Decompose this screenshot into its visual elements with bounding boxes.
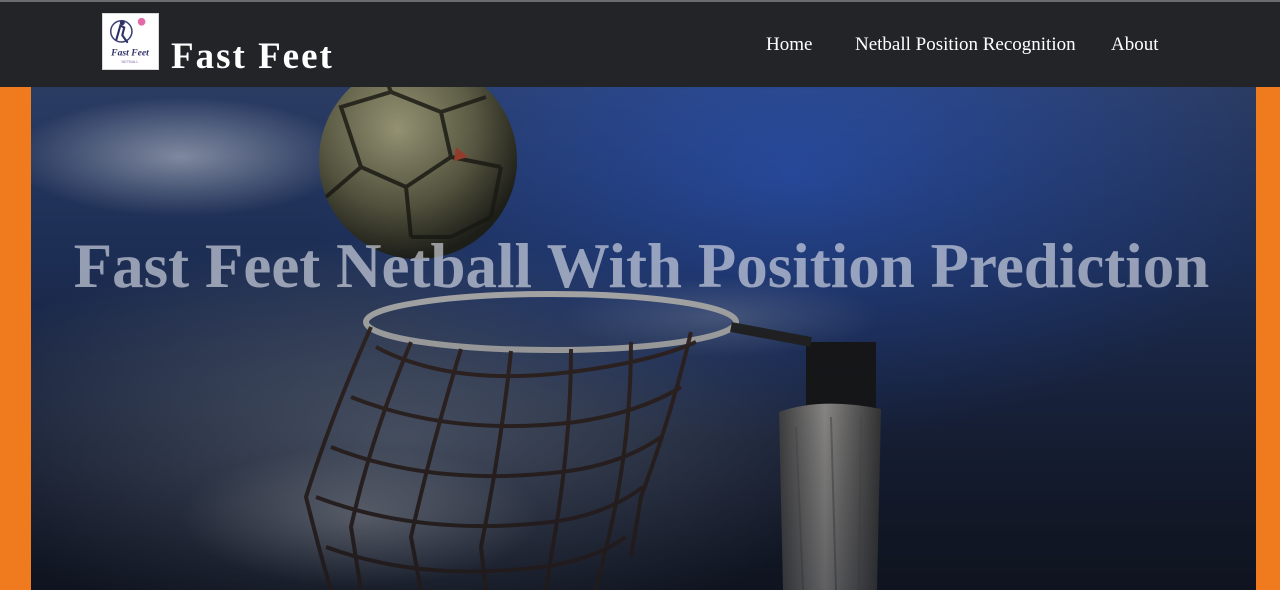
navbar: Fast Feet NETBALL Fast Feet Home Netball…	[0, 2, 1280, 87]
brand-logo[interactable]: Fast Feet NETBALL	[102, 13, 159, 70]
nav-about-link[interactable]: About	[1111, 33, 1159, 57]
hero-banner: Fast Feet Netball With Position Predicti…	[31, 87, 1256, 590]
svg-text:Fast Feet: Fast Feet	[110, 47, 149, 58]
brand-title[interactable]: Fast Feet	[171, 35, 334, 79]
nav-home-link[interactable]: Home	[766, 33, 812, 57]
netball-player-logo-icon: Fast Feet NETBALL	[109, 17, 149, 64]
hero-title: Fast Feet Netball With Position Predicti…	[73, 231, 1210, 301]
netball-hoop-image	[31, 87, 1256, 590]
nav-position-recognition-link[interactable]: Netball Position Recognition	[855, 33, 1076, 57]
svg-text:NETBALL: NETBALL	[121, 60, 139, 64]
